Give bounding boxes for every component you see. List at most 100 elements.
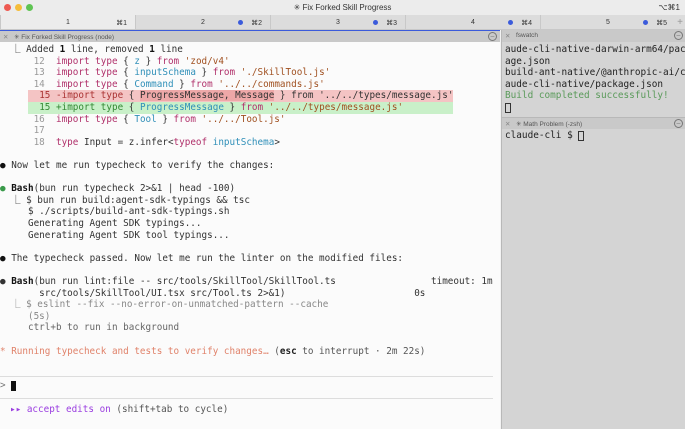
close-pane-icon[interactable]: ✕ bbox=[505, 120, 510, 128]
terminal-line: (5s) bbox=[0, 311, 50, 323]
line-segment: ⎿ $ eslint --fix --no-error-on-unmatched… bbox=[0, 299, 329, 311]
terminal-line: 18 type Input = z.infer<typeof inputSche… bbox=[0, 137, 280, 149]
tab-1[interactable]: 1 ⌘1 bbox=[0, 15, 135, 29]
line-segment: 14 bbox=[0, 78, 56, 90]
line-segment: esc bbox=[279, 345, 297, 357]
tab-shortcut: ⌘4 bbox=[521, 20, 532, 27]
prompt-bottom-divider bbox=[0, 398, 493, 399]
line-segment: ⎿ $ bun run build:agent-sdk-typings && t… bbox=[0, 194, 250, 206]
line-segment: ⎿ Added bbox=[0, 44, 60, 55]
line-segment: inputSchema bbox=[134, 67, 196, 79]
shell-prompt-line[interactable]: claude-cli $ bbox=[505, 130, 585, 142]
tab-bar: 1 ⌘1 2 ⌘2 3 ⌘3 4 ⌘4 5 ⌘5 + bbox=[0, 15, 685, 30]
minimize-pane-icon[interactable]: – bbox=[674, 31, 683, 40]
line-segment: typeof bbox=[173, 136, 213, 148]
activity-dot-icon bbox=[238, 20, 243, 25]
line-segment: ctrl+b to run in background bbox=[0, 322, 180, 334]
tab-shortcut: ⌘5 bbox=[656, 20, 667, 27]
line-segment: ProgressMessage, Message bbox=[139, 90, 275, 102]
line-segment: 'zod/v4' bbox=[184, 55, 230, 67]
claude-terminal-pane[interactable]: ⎿ Added 1 line, removed 1 line 12 import… bbox=[0, 42, 500, 429]
line-segment: 18 bbox=[0, 136, 56, 148]
line-segment: { bbox=[123, 113, 135, 125]
tab-4[interactable]: 4 ⌘4 bbox=[405, 15, 540, 29]
line-segment: (5s) bbox=[0, 310, 51, 322]
line-segment: { bbox=[123, 78, 135, 90]
pane-title: fswatch bbox=[516, 32, 539, 39]
pane-title: ✳ Math Problem (-zsh) bbox=[516, 121, 583, 128]
mode-label: accept edits on bbox=[26, 404, 111, 415]
fswatch-pane-header: ✕ fswatch – bbox=[502, 30, 685, 42]
side-panes: ✕ fswatch – aude-cli-native-darwin-arm64… bbox=[501, 30, 685, 429]
line-segment: from bbox=[212, 67, 241, 79]
mode-indicator: ▸▸ accept edits on (shift+tab to cycle) bbox=[10, 404, 228, 416]
line-segment: from bbox=[190, 78, 219, 90]
line-segment: } bbox=[139, 55, 157, 67]
line-segment: '../../commands.js' bbox=[218, 78, 325, 90]
line-segment: } from '../../types/message.js' bbox=[274, 90, 454, 102]
tab-shortcut: ⌘3 bbox=[386, 20, 397, 27]
line-segment: import type bbox=[55, 113, 124, 125]
line-segment: 13 bbox=[0, 67, 56, 79]
math-pane-header: ✕ ✳ Math Problem (-zsh) – bbox=[502, 117, 685, 129]
line-segment: 16 bbox=[0, 113, 56, 125]
terminal-line: * Running typecheck and tests to verify … bbox=[0, 346, 425, 358]
line-segment: } bbox=[195, 67, 213, 79]
line-segment: Bash bbox=[11, 276, 34, 287]
line-segment: import type bbox=[55, 55, 124, 67]
output-line: aude-cli-native/package.json bbox=[505, 78, 664, 90]
minimize-pane-icon[interactable]: – bbox=[488, 32, 497, 41]
main-pane-header: ✕ ✳ Fix Forked Skill Progress (node) – bbox=[0, 30, 500, 42]
line-segment: ● bbox=[0, 183, 12, 195]
activity-dot-icon bbox=[373, 20, 378, 25]
tab-2[interactable]: 2 ⌘2 bbox=[135, 15, 270, 29]
terminal-line: 15 -import type { ProgressMessage, Messa… bbox=[28, 90, 453, 102]
line-segment: { bbox=[128, 90, 140, 102]
line-segment: { bbox=[128, 102, 140, 113]
line-segment: { bbox=[123, 67, 135, 79]
terminal-line: ⎿ $ eslint --fix --no-error-on-unmatched… bbox=[0, 299, 328, 311]
line-segment: from bbox=[240, 102, 269, 113]
line-segment: 12 bbox=[0, 55, 56, 67]
line-segment: line bbox=[154, 44, 183, 55]
line-segment: '../../Tool.js' bbox=[201, 113, 286, 125]
tab-5[interactable]: 5 ⌘5 bbox=[540, 15, 675, 29]
tab-shortcut: ⌘2 bbox=[251, 20, 262, 27]
line-segment: type bbox=[55, 136, 84, 148]
activity-dot-icon bbox=[643, 20, 648, 25]
terminal-line: Generating Agent SDK tool typings... bbox=[0, 230, 230, 242]
minimize-pane-icon[interactable]: – bbox=[674, 119, 683, 128]
line-segment: ● bbox=[0, 160, 12, 171]
line-segment: (bun run typecheck 2>&1 | head -100) bbox=[33, 183, 236, 195]
line-segment: inputSchema bbox=[212, 136, 275, 148]
line-segment: Bash bbox=[11, 183, 34, 195]
line-segment: { bbox=[123, 55, 135, 67]
terminal-line: ● The typecheck passed. Now let me run t… bbox=[0, 253, 403, 265]
terminal-line: 15 +import type { ProgressMessage } from… bbox=[28, 102, 453, 114]
line-segment: * Running typecheck and tests to verify … bbox=[0, 345, 275, 357]
tab-3[interactable]: 3 ⌘3 bbox=[270, 15, 405, 29]
line-segment: to interrupt · 2m 22s) bbox=[296, 345, 426, 357]
terminal-line: 13 import type { inputSchema } from './S… bbox=[0, 67, 331, 79]
line-segment: from bbox=[173, 113, 202, 125]
tab-shortcut: ⌘1 bbox=[116, 20, 127, 27]
close-pane-icon[interactable]: ✕ bbox=[505, 32, 510, 40]
line-segment: import type bbox=[55, 67, 124, 79]
prompt-top-divider bbox=[0, 376, 493, 377]
tab-number: 1 bbox=[66, 19, 70, 26]
cursor bbox=[578, 130, 585, 141]
line-segment: Tool bbox=[134, 113, 157, 125]
window-title: ✳ Fix Forked Skill Progress bbox=[293, 3, 392, 12]
title-bar: ✳ Fix Forked Skill Progress ⌥⌘1 bbox=[0, 0, 685, 15]
prompt-input[interactable]: > bbox=[0, 380, 17, 392]
terminal-line: 16 import type { Tool } from '../../Tool… bbox=[0, 114, 286, 126]
close-pane-icon[interactable]: ✕ bbox=[3, 33, 8, 41]
line-segment: 15 - bbox=[28, 90, 62, 102]
output-line: age.json bbox=[505, 55, 551, 67]
line-segment: line, removed bbox=[65, 44, 150, 55]
line-segment: ProgressMessage bbox=[139, 102, 224, 113]
line-segment: from bbox=[156, 55, 185, 67]
new-tab-button[interactable]: + bbox=[675, 15, 685, 29]
line-segment: Command bbox=[134, 78, 174, 90]
terminal-line: ● Bash(bun run typecheck 2>&1 | head -10… bbox=[0, 183, 235, 195]
